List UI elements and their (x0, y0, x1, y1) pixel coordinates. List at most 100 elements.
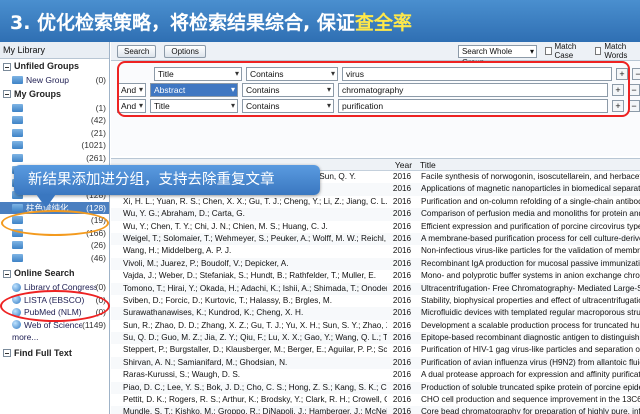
table-row[interactable]: Vajda, J.; Weber, D.; Stefaniak, S.; Hun… (111, 270, 640, 282)
author-cell: Wu, Y.; Chen, T. Y.; Chi, J. N.; Chien, … (123, 221, 328, 231)
table-row[interactable]: Wu, Y. G.; Abraham, D.; Carta, G. 2016 Com… (111, 208, 640, 221)
year-cell: 2016 (392, 258, 412, 268)
title-cell: Purification of avian influenza virus (H… (421, 357, 640, 367)
find-full-text-header[interactable]: Find Full Text (0, 346, 109, 361)
group-item[interactable]: (46) (0, 252, 109, 265)
group-item[interactable]: New Group (0) (0, 74, 109, 87)
table-row[interactable]: Shirvan, A. N.; Samianifard, M.; Ghodsia… (111, 356, 640, 370)
checkbox-icon (594, 47, 602, 55)
year-cell: 2016 (392, 345, 412, 355)
selected-group-highlight (1, 210, 109, 236)
author-cell: Steppert, P.; Burgstaller, D.; Klausberg… (123, 345, 387, 355)
match-words-checkbox[interactable]: Match Words (594, 42, 640, 60)
search-toolbar: Search Options ▸ Search Whole Group Matc… (111, 42, 640, 67)
checkbox-icon (544, 47, 552, 55)
table-row[interactable]: Surawathanawises, K.; Kundrod, K.; Cheng… (111, 307, 640, 320)
author-cell: Surawathanawises, K.; Kundrod, K.; Cheng… (123, 308, 304, 318)
match-case-checkbox[interactable]: Match Case (544, 42, 587, 60)
globe-icon (12, 282, 21, 292)
table-row[interactable]: Pettit, D. K.; Rogers, R. S.; Arthur, K.… (111, 394, 640, 406)
title-cell: Recombinant IgA production for mucosal p… (421, 258, 640, 268)
year-cell: 2016 (392, 233, 412, 243)
author-cell: Mundle, S. T.; Kishko, M.; Groppo, R.; D… (123, 407, 387, 414)
table-row[interactable]: Piao, D. C.; Lee, Y. S.; Bok, J. D.; Cho… (111, 381, 640, 395)
table-row[interactable]: Xi, H. L.; Yuan, R. S.; Chen, X. X.; Gu,… (111, 196, 640, 208)
year-cell: 2016 (392, 283, 412, 293)
author-cell: Vivoli, M.; Juarez, P.; Boudolf, V.; Dep… (123, 258, 289, 268)
search-scope-select[interactable]: Search Whole Group (457, 44, 537, 67)
folder-icon (12, 116, 23, 125)
title-cell: Ultracentrifugation- Free Chromatography… (421, 283, 640, 293)
title-cell: Purification and on-column refolding of … (421, 196, 640, 206)
table-row[interactable]: Wu, Y.; Chen, T. Y.; Chi, J. N.; Chien, … (111, 221, 640, 233)
group-item[interactable]: (21) (0, 127, 109, 140)
title-cell: Epitope-based recombinant diagnostic ant… (421, 333, 640, 343)
table-row[interactable]: Wang, H.; Middelberg, A. P. J. 2016 Non-in… (111, 245, 640, 257)
title-column-header[interactable]: Title (417, 159, 640, 170)
slide-banner: 3. 优化检索策略，将检索结果综合, 保证 查全率 (0, 0, 640, 42)
table-row[interactable]: Su, Q. D.; Guo, M. Z.; Jia, Z. Y.; Qiu, … (111, 332, 640, 345)
title-cell: Applications of magnetic nanoparticles i… (421, 184, 640, 194)
online-search-item[interactable]: more... (0, 331, 109, 344)
group-item[interactable]: (1) (0, 102, 109, 115)
online-search-header[interactable]: Online Search (0, 266, 109, 281)
callout-tail (36, 194, 56, 208)
table-row[interactable]: Steppert, P.; Burgstaller, D.; Klausberg… (111, 344, 640, 356)
author-cell: Pettit, D. K.; Rogers, R. S.; Arthur, K.… (123, 395, 387, 405)
year-cell: 2016 (392, 333, 412, 343)
remove-row-button[interactable]: − (632, 68, 640, 80)
year-cell: 2016 (392, 407, 412, 414)
author-cell: Su, Q. D.; Guo, M. Z.; Jia, Z. Y.; Qiu, … (123, 333, 387, 343)
folder-icon (12, 76, 23, 85)
author-cell: Shirvan, A. N.; Samianifard, M.; Ghodsia… (123, 357, 288, 367)
table-row[interactable]: Raras-Kurussi, S.; Waugh, D. S. 2016 A dua… (111, 369, 640, 381)
table-row[interactable]: Mundle, S. T.; Kishko, M.; Groppo, R.; D… (111, 406, 640, 414)
collapse-icon[interactable] (3, 269, 11, 278)
group-item[interactable]: (26) (0, 239, 109, 252)
title-cell: Microfluidic devices with templated regu… (421, 308, 640, 318)
title-cell: Non-infectious virus-like particles for … (421, 246, 640, 256)
title-cell: Core bead chromatography for preparation… (421, 407, 640, 414)
year-column-header[interactable]: Year (387, 159, 417, 170)
title-cell: Purification of HIV-1 gag virus-like par… (421, 345, 640, 355)
year-cell: 2016 (392, 395, 412, 405)
table-row[interactable]: Tomono, T.; Hirai, Y.; Okada, H.; Adachi… (111, 282, 640, 295)
group-item[interactable]: (42) (0, 114, 109, 127)
title-cell: Production of soluble truncated spike pr… (421, 382, 640, 392)
folder-icon (12, 203, 23, 212)
results-table: Year Title Cui, J.; Zhang, Y.; Zhang, Y.… (111, 158, 640, 414)
banner-title: 3. 优化检索策略，将检索结果综合, 保证 (10, 11, 355, 34)
group-item[interactable]: (261) (0, 152, 109, 165)
my-groups-header[interactable]: My Groups (0, 87, 109, 102)
year-cell: 2016 (392, 246, 412, 256)
title-cell: Efficient expression and purification of… (421, 221, 640, 231)
author-cell: Raras-Kurussi, S.; Waugh, D. S. (123, 370, 241, 380)
title-cell: Development a scalable production proces… (421, 320, 640, 330)
table-row[interactable]: Sun, R.; Zhao, D. D.; Zhang, X. Z.; Gu, … (111, 320, 640, 332)
collapse-icon[interactable] (3, 349, 11, 357)
author-cell: Wu, Y. G.; Abraham, D.; Carta, G. (123, 209, 245, 219)
year-cell: 2016 (392, 370, 412, 380)
options-button[interactable]: Options ▸ (164, 44, 206, 67)
year-cell: 2016 (392, 196, 412, 206)
group-item[interactable]: (1021) (0, 139, 109, 152)
year-cell: 2016 (392, 357, 412, 367)
table-row[interactable]: Vivoli, M.; Juarez, P.; Boudolf, V.; Dep… (111, 257, 640, 271)
library-title[interactable]: My Library (0, 42, 109, 59)
globe-icon (12, 320, 21, 330)
year-cell: 2016 (392, 308, 412, 318)
search-button[interactable]: Search (117, 44, 157, 58)
folder-icon (12, 141, 23, 150)
year-cell: 2016 (392, 221, 412, 231)
table-row[interactable]: Sviben, D.; Forcic, D.; Kurtovic, T.; Ha… (111, 295, 640, 307)
author-cell: Wang, H.; Middelberg, A. P. J. (123, 246, 232, 256)
search-criteria-highlight (117, 61, 630, 117)
collapse-icon[interactable] (3, 62, 11, 71)
table-row[interactable]: Weigel, T.; Solomaier, T.; Wehmeyer, S.;… (111, 232, 640, 246)
author-cell: Tomono, T.; Hirai, Y.; Okada, H.; Adachi… (123, 283, 387, 293)
unfiled-groups-header[interactable]: Unfiled Groups (0, 59, 109, 74)
collapse-icon[interactable] (3, 90, 11, 98)
banner-highlight: 查全率 (354, 11, 412, 34)
title-cell: CHO cell production and sequence improve… (421, 395, 640, 405)
author-cell: Vajda, J.; Weber, D.; Stefaniak, S.; Hun… (123, 271, 377, 281)
